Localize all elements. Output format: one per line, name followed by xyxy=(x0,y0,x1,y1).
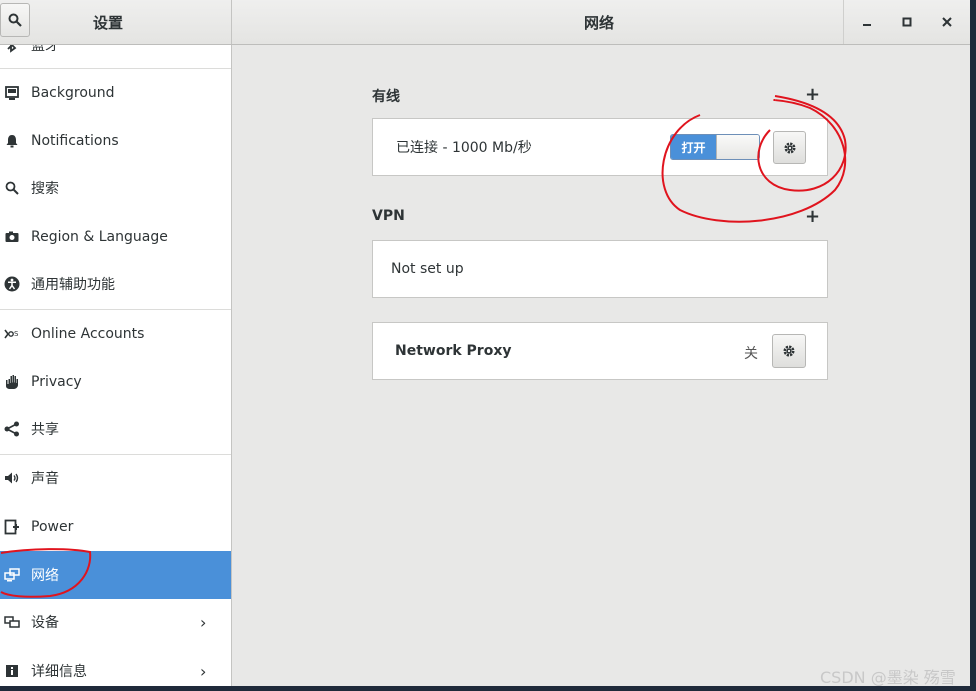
watermark: CSDN @墨染 殇雪 xyxy=(820,668,956,687)
settings-window: 设置 网络 蓝牙 Background Notifications 搜索 Reg… xyxy=(0,0,970,686)
red-annotation-overlay xyxy=(0,95,847,598)
